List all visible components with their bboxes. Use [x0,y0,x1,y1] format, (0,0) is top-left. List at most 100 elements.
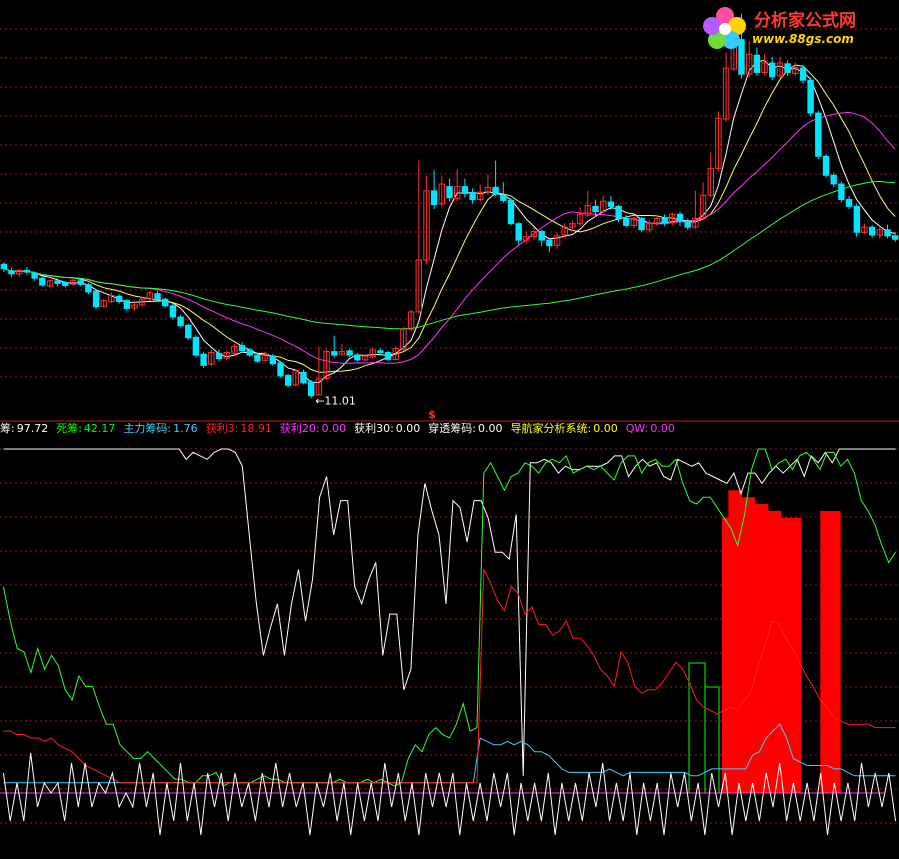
candle-down [192,336,200,356]
signal-bar [780,517,789,793]
candle-down [430,190,438,206]
signal-bar [748,497,756,793]
green-bar [704,686,720,794]
signal-bar [767,510,775,793]
legend-label: 死筹: [56,422,82,435]
candle-down [446,186,453,199]
legend-label: 导航家分析系统: [510,422,592,435]
candle-down [384,352,392,360]
legend-item: 导航家分析系统: 0.00 [511,422,622,435]
candle-down [277,362,284,377]
candle-down [162,298,169,307]
site-logo: 分析家公式网 www.88gs.com [700,2,896,54]
candle-down [123,300,130,309]
candle-down [515,223,522,241]
legend-label: 获利3: [205,422,239,435]
legend-item: 主力筹码: 1.76 [123,422,201,435]
candle-down [215,352,223,360]
legend-value: 0.00 [650,422,675,435]
legend-value: 0.00 [478,422,503,435]
legend-label: QW: [625,422,649,435]
candle-down [469,192,476,201]
signal-bar [761,504,769,793]
legend-label: 穿透筹码: [428,422,476,435]
candle-down [853,205,860,233]
candle-down [331,351,338,356]
logo-url: www.88gs.com [752,32,854,46]
candle-down [246,349,253,356]
candle-down [185,324,192,339]
candle-down [884,229,891,237]
candle-down [85,284,92,293]
candle-down [676,213,684,222]
candle-down [300,371,307,384]
candle-down [39,277,46,286]
low-price-label: ←11.01 [315,394,356,407]
legend-value: 42.17 [83,422,116,435]
legend-value: 0.00 [321,422,347,435]
candle-down [0,263,8,270]
candle-down [845,199,853,207]
candle-down [54,280,61,284]
legend-item: QW: 0.00 [626,422,679,435]
candle-down [822,155,830,176]
legend-label: 筹: [0,422,15,435]
legend-label: 获利30: [354,422,394,435]
signal-marker: $ [428,408,436,421]
candle-down [346,350,353,356]
legend-value: 18.91 [240,422,272,435]
candle-down [607,201,615,207]
candle-down [461,186,469,195]
legend-value: 0.00 [395,422,421,435]
candle-down [200,353,207,366]
legend-label: 主力筹码: [123,422,172,435]
ma10-line [3,64,896,373]
candle-down [492,186,499,195]
legend-item: 穿透筹码: 0.00 [428,422,506,435]
candle-down [169,305,177,318]
candle-down [354,354,361,361]
candle-down [838,183,845,201]
signal-bar [820,510,828,793]
indicator-legend: 筹: 97.72 死筹: 42.17 主力筹码: 1.76 获利3: 18.91 获利20: 0.… [0,421,683,437]
candle-down [31,272,38,279]
candle-down [154,293,161,301]
candle-down [238,345,246,352]
candle-down [23,269,31,273]
candle-down [538,231,545,241]
signal-bar [794,517,802,793]
ma5-line [3,59,896,384]
candle-down [892,235,899,240]
flower-logo-icon [703,7,746,49]
candle-down [546,239,553,247]
legend-item: 获利20: 0.00 [280,422,350,435]
legend-value: 0.00 [593,422,618,435]
logo-title: 分析家公式网 [754,11,856,31]
candle-down [77,280,84,285]
candle-down [615,205,622,219]
candle-down [830,174,837,185]
candle-down [784,63,791,73]
legend-item: 死筹: 42.17 [56,422,119,435]
candle-down [807,79,814,114]
candle-down [377,350,384,353]
candle-down [8,270,15,275]
ma20-line [3,111,896,364]
candle-down [285,374,292,386]
candle-down [661,218,668,224]
candle-down [638,218,645,231]
legend-item: 获利3: 18.91 [206,422,276,435]
candle-down [684,220,691,228]
candle-down [592,205,599,213]
candle-down [815,112,822,157]
candle-down [115,295,123,302]
candle-down [507,199,515,225]
signal-bar [826,510,834,793]
signal-bar [734,490,743,793]
candle-down [308,381,315,397]
legend-label: 获利20: [279,422,320,435]
legend-value: 97.72 [16,422,49,435]
candle-down [254,354,261,362]
candle-down [753,54,761,73]
candle-down [623,218,630,226]
